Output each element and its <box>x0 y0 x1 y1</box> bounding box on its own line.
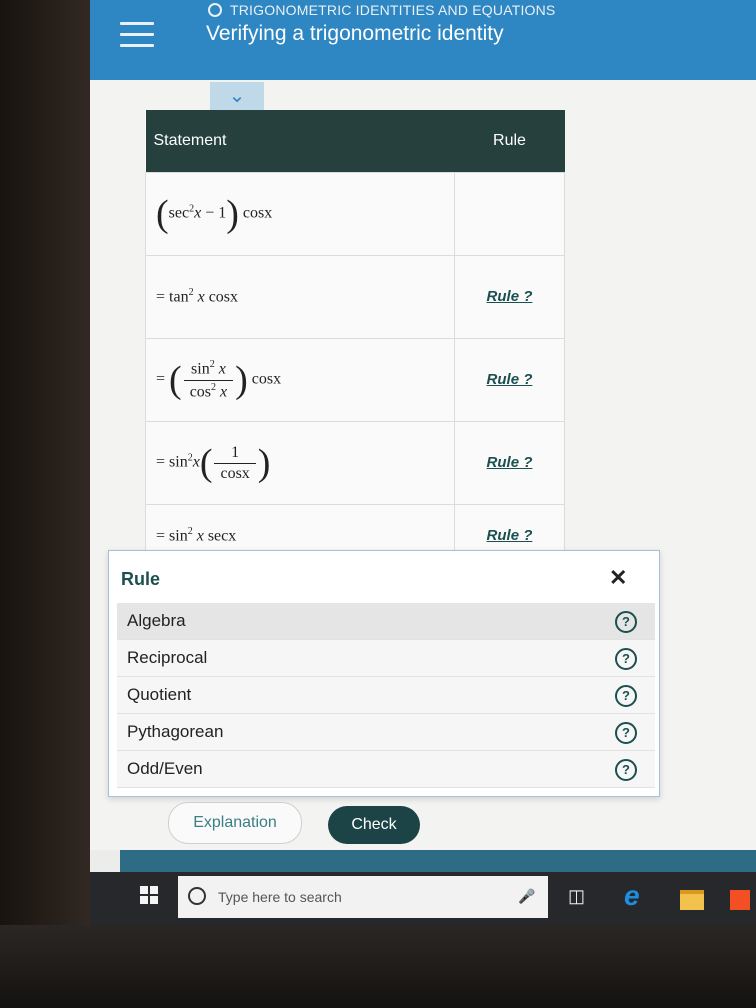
rule-cell: Rule ? <box>453 255 566 339</box>
taskbar-search-input[interactable]: Type here to search 🎤 <box>178 876 548 918</box>
rule-option-reciprocal[interactable]: Reciprocal? <box>117 640 655 677</box>
help-icon[interactable]: ? <box>615 611 637 633</box>
header-bar: TRIGONOMETRIC IDENTITIES AND EQUATIONS V… <box>90 0 756 80</box>
help-icon[interactable]: ? <box>615 648 637 670</box>
check-button[interactable]: Check <box>328 806 420 844</box>
rule-popup: Rule ✕ Algebra? Reciprocal? Quotient? Py… <box>108 550 660 797</box>
mic-icon[interactable]: 🎤 <box>518 888 535 905</box>
rule-select-link[interactable]: Rule ? <box>487 371 533 388</box>
search-placeholder: Type here to search <box>218 889 342 905</box>
rule-cell: Rule ? <box>453 421 566 505</box>
monitor-bezel-bottom <box>0 925 756 1008</box>
rule-select-link[interactable]: Rule ? <box>487 454 533 471</box>
help-icon[interactable]: ? <box>615 722 637 744</box>
statement-cell: = (sin2 x cos2 x) cosx <box>145 338 455 422</box>
table-row: = (sin2 x cos2 x) cosx Rule ? <box>145 338 566 422</box>
rule-options-list: Algebra? Reciprocal? Quotient? Pythagore… <box>117 603 655 788</box>
rule-option-pythagorean[interactable]: Pythagorean? <box>117 714 655 751</box>
windows-icon[interactable] <box>140 886 158 904</box>
table-row: = sin2x(1 cosx) Rule ? <box>145 421 566 505</box>
statement-cell: = tan2 x cosx <box>145 255 455 339</box>
explanation-button[interactable]: Explanation <box>168 802 302 844</box>
monitor-bezel-left <box>0 0 92 1008</box>
rule-select-link[interactable]: Rule ? <box>487 527 533 544</box>
close-icon[interactable]: ✕ <box>609 565 627 591</box>
rule-option-quotient[interactable]: Quotient? <box>117 677 655 714</box>
rule-cell <box>453 172 566 256</box>
help-icon[interactable]: ? <box>615 759 637 781</box>
footer-band <box>120 850 756 872</box>
topic-label: TRIGONOMETRIC IDENTITIES AND EQUATIONS <box>208 2 555 18</box>
proof-table: Statement Rule (sec2x − 1) cosx = tan2 x… <box>145 110 566 568</box>
page-title: Verifying a trigonometric identity <box>206 22 504 45</box>
statement-cell: = sin2x(1 cosx) <box>145 421 455 505</box>
main-content: ⌄ Statement Rule (sec2x − 1) cosx = tan2… <box>90 80 756 850</box>
topic-dot-icon <box>208 3 222 17</box>
rule-cell: Rule ? <box>453 338 566 422</box>
table-row: = tan2 x cosx Rule ? <box>145 255 566 339</box>
topic-text: TRIGONOMETRIC IDENTITIES AND EQUATIONS <box>230 2 556 18</box>
statement-cell: (sec2x − 1) cosx <box>145 172 455 256</box>
chevron-down-icon: ⌄ <box>228 85 246 107</box>
screen: TRIGONOMETRIC IDENTITIES AND EQUATIONS V… <box>90 0 756 925</box>
windows-taskbar: Type here to search 🎤 ◫ e <box>90 872 756 925</box>
menu-icon[interactable] <box>120 22 154 48</box>
rule-select-link[interactable]: Rule ? <box>487 288 533 305</box>
help-icon[interactable]: ? <box>615 685 637 707</box>
table-row: (sec2x − 1) cosx <box>145 172 566 256</box>
search-icon <box>188 887 206 905</box>
statement-header: Statement <box>145 110 455 173</box>
rule-header: Rule <box>454 110 565 173</box>
edge-icon[interactable]: e <box>624 880 640 912</box>
rule-option-odd-even[interactable]: Odd/Even? <box>117 751 655 788</box>
store-icon[interactable] <box>730 890 750 910</box>
rule-option-algebra[interactable]: Algebra? <box>117 603 655 640</box>
popup-title: Rule <box>121 569 161 589</box>
folder-icon[interactable] <box>680 890 704 910</box>
task-view-icon[interactable]: ◫ <box>568 886 585 907</box>
table-header-row: Statement Rule <box>145 110 565 173</box>
